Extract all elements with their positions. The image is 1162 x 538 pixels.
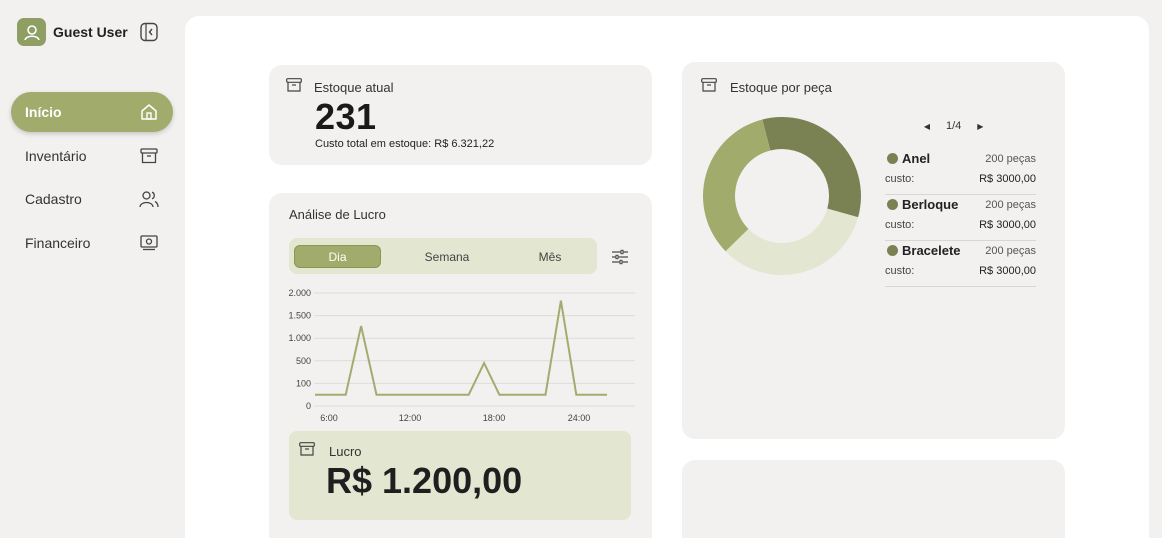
legend-dot xyxy=(887,245,898,256)
home-icon xyxy=(139,102,159,122)
donut-slice-anel xyxy=(762,117,861,218)
stock-card: Estoque atual 231 Custo total em estoque… xyxy=(269,65,652,165)
x-tick-label: 6:00 xyxy=(320,413,338,423)
empty-card xyxy=(682,460,1065,538)
pieces-pager: ◀ 1/4 ▶ xyxy=(922,120,985,132)
piece-cost-label: custo: xyxy=(885,173,915,185)
list-item: Berloque 200 peças custo: R$ 3000,00 xyxy=(885,195,1036,241)
y-tick-label: 0 xyxy=(306,401,311,411)
x-tick-label: 18:00 xyxy=(483,413,506,423)
y-tick-label: 2.000 xyxy=(288,288,311,298)
profit-card: Análise de Lucro Dia Semana Mês 0 100 500 1… xyxy=(269,193,652,538)
x-tick-label: 12:00 xyxy=(399,413,422,423)
sidebar-item-inicio[interactable]: Início xyxy=(11,92,173,132)
sidebar-item-label: Inventário xyxy=(25,148,87,164)
stock-cost-value: R$ 6.321,22 xyxy=(434,138,495,150)
profit-line-chart: 0 100 500 1.000 1.500 2.000 6:00 12:00 18:00 24:0… xyxy=(288,288,635,423)
next-page-icon[interactable]: ▶ xyxy=(975,122,985,131)
piece-name: Berloque xyxy=(902,197,959,212)
y-tick-label: 1.500 xyxy=(288,311,311,321)
profit-summary: Lucro R$ 1.200,00 xyxy=(289,431,631,520)
piece-qty: 200 peças xyxy=(985,152,1036,165)
tab-dia[interactable]: Dia xyxy=(294,245,381,268)
stock-cost-label: Custo total em estoque: xyxy=(315,138,432,150)
donut-slice-bracelete xyxy=(703,119,771,252)
legend-dot xyxy=(887,153,898,164)
piece-cost-label: custo: xyxy=(885,265,915,277)
piece-name: Anel xyxy=(902,151,931,166)
x-tick-label: 24:00 xyxy=(568,413,591,423)
sidebar-item-label: Início xyxy=(25,104,62,120)
y-tick-label: 100 xyxy=(296,378,311,388)
pieces-card-title: Estoque por peça xyxy=(730,80,832,95)
filter-icon[interactable] xyxy=(611,249,629,265)
sidebar-item-label: Cadastro xyxy=(25,191,82,207)
sidebar-item-inventario[interactable]: Inventário xyxy=(11,136,173,176)
tab-mes[interactable]: Mês xyxy=(509,245,591,268)
pieces-card: Estoque por peça ◀ 1/4 ▶ Anel 200 peças … xyxy=(682,62,1065,439)
page-indicator: 1/4 xyxy=(946,120,962,132)
archive-box-icon xyxy=(701,78,717,97)
piece-qty: 200 peças xyxy=(985,198,1036,211)
tab-semana[interactable]: Semana xyxy=(401,245,493,268)
y-tick-label: 1.000 xyxy=(288,333,311,343)
sidebar-item-financeiro[interactable]: Financeiro xyxy=(11,223,173,263)
piece-name: Bracelete xyxy=(902,243,961,258)
sidebar-item-label: Financeiro xyxy=(25,235,91,251)
y-tick-label: 500 xyxy=(296,356,311,366)
user-icon xyxy=(17,18,46,46)
piece-cost: R$ 3000,00 xyxy=(979,265,1036,277)
piece-qty: 200 peças xyxy=(985,244,1036,257)
pieces-donut-chart xyxy=(703,117,861,275)
period-tabs: Dia Semana Mês xyxy=(289,238,597,274)
prev-page-icon[interactable]: ◀ xyxy=(922,122,932,131)
stock-cost: Custo total em estoque: R$ 6.321,22 xyxy=(315,138,494,150)
profit-value: R$ 1.200,00 xyxy=(326,460,523,501)
pieces-legend: Anel 200 peças custo: R$ 3000,00 Berloqu… xyxy=(885,149,1036,287)
user-profile[interactable]: Guest User xyxy=(17,18,128,46)
profit-label: Lucro xyxy=(329,444,362,459)
piece-cost: R$ 3000,00 xyxy=(979,219,1036,231)
piece-cost-label: custo: xyxy=(885,219,915,231)
profit-card-title: Análise de Lucro xyxy=(289,207,386,222)
list-item: Bracelete 200 peças custo: R$ 3000,00 xyxy=(885,241,1036,287)
main-panel: Estoque atual 231 Custo total em estoque… xyxy=(185,16,1149,538)
money-icon xyxy=(139,233,159,253)
user-name: Guest User xyxy=(53,24,128,40)
archive-box-icon xyxy=(139,146,159,166)
profit-series-line xyxy=(315,300,607,396)
stock-card-title: Estoque atual xyxy=(314,80,394,95)
sidebar-item-cadastro[interactable]: Cadastro xyxy=(11,179,173,219)
users-icon xyxy=(139,189,159,209)
archive-box-icon xyxy=(286,78,302,97)
stock-count: 231 xyxy=(315,96,377,137)
donut-slice-berloque xyxy=(725,208,859,275)
piece-cost: R$ 3000,00 xyxy=(979,173,1036,185)
list-item: Anel 200 peças custo: R$ 3000,00 xyxy=(885,149,1036,195)
sidebar-collapse-icon[interactable] xyxy=(140,22,158,42)
legend-dot xyxy=(887,199,898,210)
archive-box-icon xyxy=(299,442,315,461)
